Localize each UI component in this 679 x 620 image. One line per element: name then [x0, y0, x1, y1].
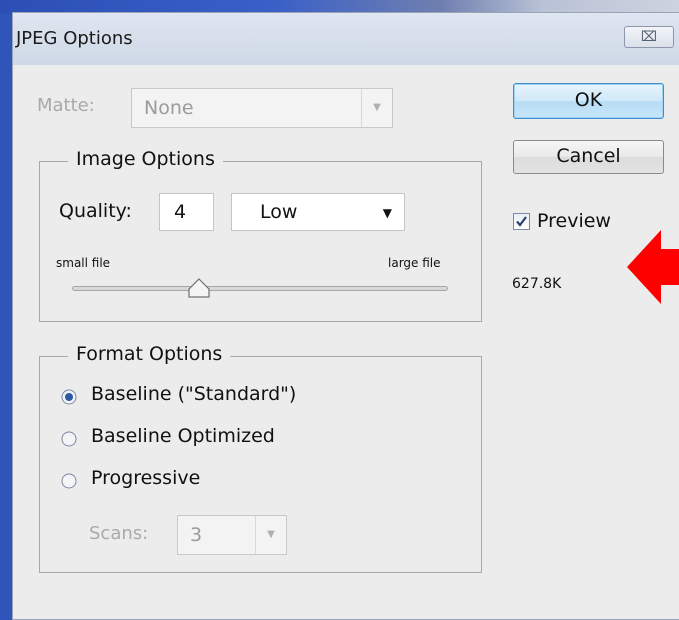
radio-baseline-optimized[interactable]: [61, 431, 77, 447]
scans-value: 3: [190, 524, 203, 546]
preview-checkbox[interactable]: [513, 213, 530, 230]
close-icon: ⌧: [640, 29, 658, 45]
ok-button[interactable]: OK: [513, 83, 664, 119]
dialog-title: JPEG Options: [16, 28, 133, 49]
radio-label-baseline-optimized: Baseline Optimized: [91, 425, 275, 447]
small-file-label: small file: [56, 256, 111, 270]
matte-value: None: [144, 97, 194, 119]
format-options-legend: Format Options: [68, 343, 231, 365]
quality-input[interactable]: 4: [159, 193, 214, 231]
chevron-down-icon: ▼: [382, 206, 392, 220]
quality-label: Quality:: [59, 200, 132, 222]
radio-baseline-standard[interactable]: [61, 389, 77, 405]
matte-select[interactable]: None ▼: [131, 88, 393, 128]
file-size-readout: 627.8K: [512, 276, 562, 292]
image-options-legend: Image Options: [68, 148, 223, 170]
chevron-down-icon: ▼: [361, 89, 392, 127]
image-options-group: Image Options: [39, 148, 482, 322]
checkmark-icon: [516, 216, 527, 227]
radio-progressive[interactable]: [61, 473, 77, 489]
jpeg-options-dialog: JPEG Options ⌧ Matte: None ▼ OK Cancel I…: [12, 12, 679, 620]
red-arrow-annotation: [627, 230, 679, 304]
quality-slider-track[interactable]: [72, 286, 448, 291]
cancel-button[interactable]: Cancel: [513, 140, 664, 174]
title-bar: JPEG Options ⌧: [13, 13, 679, 65]
chevron-down-icon: ▼: [255, 516, 286, 554]
scans-label: Scans:: [89, 523, 149, 544]
radio-label-baseline-standard: Baseline ("Standard"): [91, 383, 297, 405]
large-file-label: large file: [388, 256, 441, 270]
preview-label: Preview: [537, 210, 611, 232]
quality-slider-thumb[interactable]: [188, 278, 210, 298]
scans-select[interactable]: 3 ▼: [177, 515, 287, 555]
radio-label-progressive: Progressive: [91, 467, 201, 489]
matte-label: Matte:: [37, 95, 95, 116]
quality-preset-value: Low: [260, 201, 298, 223]
quality-preset-select[interactable]: Low ▼: [231, 193, 405, 231]
close-button[interactable]: ⌧: [624, 26, 674, 48]
